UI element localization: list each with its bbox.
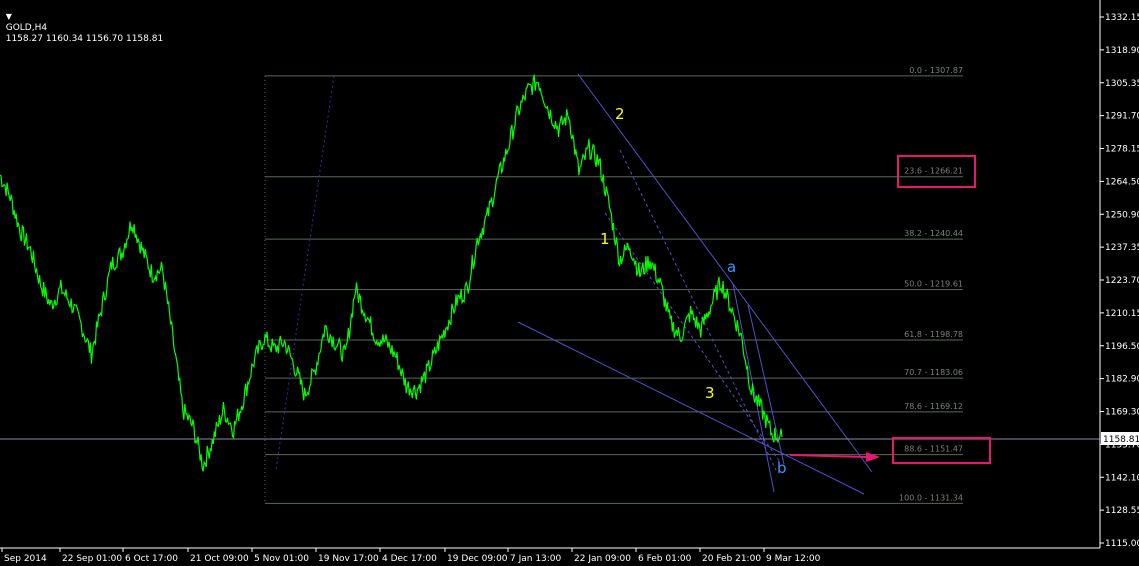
wave-3-label: 3 [705, 384, 715, 402]
channel-lower-line[interactable] [517, 321, 865, 495]
fib-level-label: 23.6 - 1266.21 [904, 167, 963, 176]
time-tick-label: 19 Nov 17:00 [318, 554, 379, 564]
time-tick-label: 19 Dec 09:00 [447, 554, 508, 564]
early-dashed-line[interactable] [275, 75, 335, 471]
time-tick-label: 21 Oct 09:00 [190, 554, 249, 564]
wave-a-label: a [727, 258, 736, 276]
price-tick-label: 1196.50 [1105, 342, 1139, 352]
price-tick-label: 1182.90 [1105, 375, 1139, 385]
fib-level-label: 88.6 - 1151.47 [904, 445, 963, 454]
fibonacci-retracement[interactable]: 0.0 - 1307.87 23.6 - 1266.21 38.2 - 1240.4… [264, 66, 963, 504]
price-chart[interactable]: 0.0 - 1307.87 23.6 - 1266.21 38.2 - 1240.4… [0, 0, 1139, 566]
price-tick-label: 1169.30 [1105, 408, 1139, 418]
time-tick-label: 4 Dec 17:00 [382, 554, 437, 564]
trendlines[interactable] [275, 73, 873, 495]
time-tick-label: 5 Nov 01:00 [254, 554, 309, 564]
time-tick-label: 22 Jan 09:00 [574, 554, 631, 564]
fib-level-label: 38.2 - 1240.44 [904, 229, 963, 238]
price-tick-label: 1318.90 [1105, 46, 1139, 56]
current-price-label: 1158.81 [1103, 435, 1139, 445]
time-tick-label: 6 Feb 01:00 [638, 554, 692, 564]
price-tick-label: 1142.10 [1105, 473, 1139, 483]
price-tick-label: 1250.90 [1105, 210, 1139, 220]
price-tick-label: 1210.15 [1105, 309, 1139, 319]
price-tick-label: 1291.70 [1105, 112, 1139, 122]
time-tick-label: Sep 2014 [4, 554, 47, 564]
price-tick-label: 1223.70 [1105, 276, 1139, 286]
price-tick-label: 1264.50 [1105, 177, 1139, 187]
time-tick-label: 22 Sep 01:00 [62, 554, 122, 564]
fib-level-label: 61.8 - 1198.78 [904, 330, 963, 339]
wave-b-label: b [777, 459, 787, 477]
wave-1-label: 1 [600, 230, 610, 248]
price-tick-label: 1278.15 [1105, 145, 1139, 155]
price-tick-label: 1305.35 [1105, 79, 1139, 89]
time-tick-label: 9 Mar 12:00 [766, 554, 821, 564]
time-tick-label: 7 Jan 13:00 [510, 554, 562, 564]
time-tick-label: 6 Oct 17:00 [125, 554, 178, 564]
fib-level-label: 70.7 - 1183.06 [904, 368, 963, 377]
price-tick-label: 1128.55 [1105, 506, 1139, 516]
price-tick-label: 1115.00 [1105, 539, 1139, 549]
arrow-head-icon [866, 452, 880, 462]
wave-2-label: 2 [615, 105, 625, 123]
price-tick-label: 1237.35 [1105, 243, 1139, 253]
time-axis: Sep 2014 22 Sep 01:00 6 Oct 17:00 21 Oct 09… [1, 548, 821, 564]
arrow-shaft [789, 454, 867, 458]
fib-level-label: 78.6 - 1169.12 [904, 402, 963, 411]
fib-level-label: 50.0 - 1219.61 [904, 280, 963, 289]
price-tick-label: 1332.15 [1105, 13, 1139, 23]
wave-dashed-line[interactable] [604, 212, 781, 463]
time-tick-label: 20 Feb 21:00 [702, 554, 761, 564]
fib-level-label: 100.0 - 1131.34 [899, 493, 963, 502]
price-axis: 1332.15 1318.90 1305.35 1291.70 1278.15 1264.… [1100, 13, 1139, 549]
fib-level-label: 0.0 - 1307.87 [909, 66, 963, 75]
